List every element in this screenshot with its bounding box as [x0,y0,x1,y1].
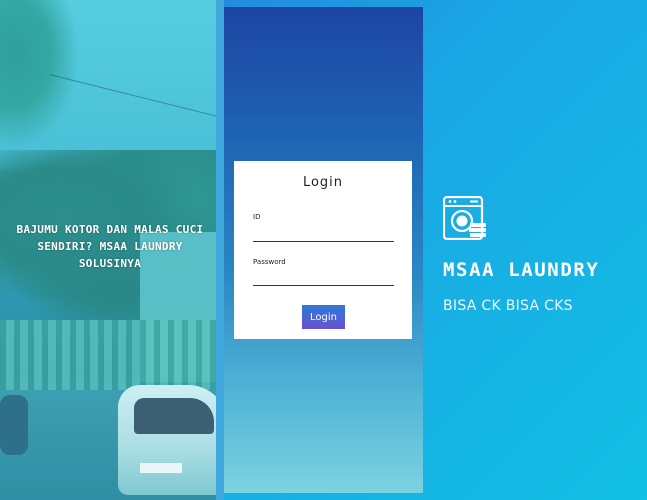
login-card: Login ID Password Login [234,161,412,339]
id-input[interactable] [253,225,394,242]
photo-car-plate [140,463,182,473]
brand-slogan: BISA CK BISA CKS [443,298,573,314]
washing-machine-icon [443,196,486,240]
id-label: ID [253,213,261,221]
brand-name: MSAA LAUNDRY [443,259,600,281]
photo-car-window [134,398,214,434]
photo-motorbike [0,395,28,455]
login-button[interactable]: Login [302,305,345,329]
panel-divider [216,0,224,500]
login-title: Login [302,175,344,190]
password-label: Password [253,258,286,266]
promo-tagline: BAJUMU KOTOR DAN MALAS CUCI SENDIRI? MSA… [16,223,204,270]
photo-fence [0,320,216,390]
password-input[interactable] [253,269,394,286]
